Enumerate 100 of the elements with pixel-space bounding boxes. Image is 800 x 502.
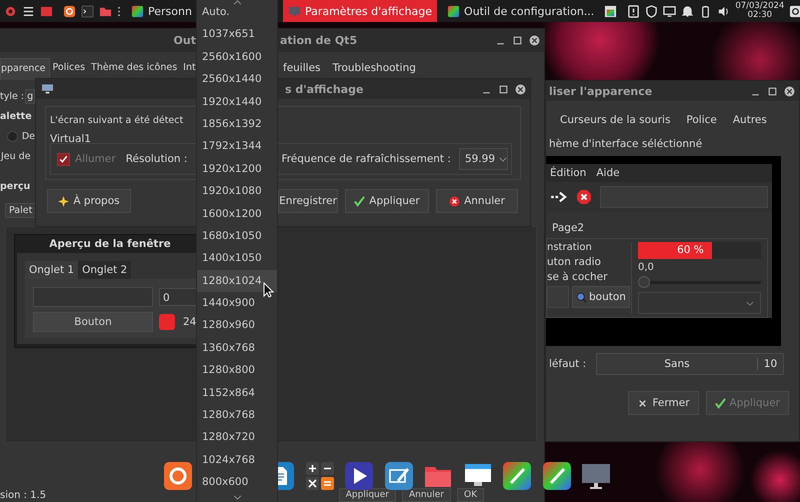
dropdown-item[interactable]: 1400x1050 <box>197 247 277 270</box>
palette-heading: alette <box>0 110 33 124</box>
arrow-icon[interactable] <box>550 190 568 204</box>
radio-button[interactable]: De <box>0 126 35 146</box>
dropdown-item[interactable]: Auto. <box>197 1 277 24</box>
star-icon <box>58 196 70 206</box>
dropdown-item[interactable]: 1920x1080 <box>197 180 277 203</box>
group-title: Virtual1 <box>50 133 91 145</box>
shield-icon[interactable] <box>645 4 658 18</box>
tab[interactable]: Autres <box>726 110 773 130</box>
preview-window-title: Aperçu de la fenêtre <box>48 237 172 252</box>
dropdown-item[interactable]: 1600x1200 <box>197 202 277 225</box>
dropdown-item[interactable]: 1280x800 <box>197 359 277 382</box>
volume-icon[interactable] <box>717 4 730 18</box>
clock[interactable]: 07/03/2024 02:30 <box>735 2 784 20</box>
bell-icon[interactable] <box>681 4 694 18</box>
dropdown-item[interactable]: 1280x768 <box>197 404 277 426</box>
tab[interactable]: Curseurs de la souris <box>554 110 676 130</box>
tab[interactable]: pparence <box>0 58 50 80</box>
terminal-icon[interactable] <box>81 4 94 18</box>
close-icon[interactable] <box>784 86 795 96</box>
play-icon[interactable] <box>345 462 373 490</box>
dropdown-item[interactable]: 2560x1440 <box>197 68 277 91</box>
dots-icon[interactable] <box>117 4 121 18</box>
tab[interactable]: Police <box>680 110 723 130</box>
taskbar-button[interactable]: Outil de configuration... <box>442 0 600 22</box>
dropdown-item[interactable]: 1792x1344 <box>197 135 277 158</box>
dropdown-item[interactable]: 1280x960 <box>197 314 277 337</box>
close-icon[interactable] <box>515 84 526 94</box>
detected-text: L'écran suivant a été détect <box>50 115 184 126</box>
scroll-down-icon[interactable] <box>233 495 242 500</box>
dropdown-item[interactable]: 1360x768 <box>197 336 277 360</box>
checkmark-icon <box>714 398 726 408</box>
dialog-button[interactable]: Fermer <box>628 391 699 415</box>
dropdown-item[interactable]: 1920x1440 <box>197 90 277 113</box>
menu-item[interactable]: Édition <box>550 167 586 179</box>
brush-icon[interactable] <box>542 462 570 490</box>
dialog-button[interactable]: Annuler <box>402 488 451 502</box>
taskbar-button[interactable]: Personn <box>126 0 197 22</box>
dropdown-item[interactable]: 800x600 <box>197 471 277 494</box>
taskbar-button[interactable]: Paramètres d'affichage <box>282 0 438 22</box>
preview-button[interactable]: Bouton <box>33 312 153 332</box>
dropdown-item[interactable]: 1152x864 <box>197 382 277 404</box>
browser-icon[interactable] <box>164 462 192 490</box>
window-title: liser l'apparence <box>549 84 652 98</box>
chevron-icon <box>746 300 754 306</box>
dropdown-item[interactable]: 1440x900 <box>197 292 277 314</box>
close-icon[interactable] <box>529 35 540 46</box>
search-icon <box>576 292 587 302</box>
style-combo[interactable]: g <box>25 88 36 104</box>
dropdown-item[interactable]: 1280x1024 <box>197 270 277 292</box>
tab[interactable]: Int <box>180 58 199 80</box>
menu-icon[interactable] <box>22 4 35 18</box>
tab[interactable]: Troubleshooting <box>326 58 422 80</box>
dialog-button[interactable]: À propos <box>47 189 131 213</box>
tab[interactable]: Thème des icônes <box>88 58 180 80</box>
dropdown-item[interactable]: 1856x1392 <box>197 112 277 136</box>
spin-box[interactable]: 0 <box>159 288 199 306</box>
maximize-icon[interactable] <box>767 86 778 96</box>
color-swatch[interactable] <box>159 314 175 330</box>
calculator-icon[interactable] <box>306 462 334 490</box>
refresh-rate-combo[interactable]: 59.99 <box>458 148 508 170</box>
preview-button[interactable]: bouton <box>572 286 630 308</box>
dropdown-item[interactable]: 1037x651 <box>197 23 277 46</box>
mouse-pointer-icon <box>263 282 275 298</box>
display-icon[interactable] <box>663 4 676 18</box>
browser-icon[interactable] <box>63 4 76 18</box>
brush-icon[interactable] <box>503 462 531 490</box>
monitor-icon <box>288 4 301 18</box>
palette-combo[interactable]: Palet <box>5 202 36 218</box>
dropdown-item[interactable]: 2560x1600 <box>197 46 277 68</box>
maximize-icon[interactable] <box>512 35 523 46</box>
stop-icon[interactable] <box>576 189 592 205</box>
tab[interactable]: Polices <box>50 58 88 80</box>
maximize-icon[interactable] <box>498 84 509 94</box>
dropdown-item[interactable]: 1024x768 <box>197 448 277 472</box>
dropdown-item[interactable]: 1280x720 <box>197 426 277 449</box>
radio-label[interactable]: uton radio <box>547 256 631 268</box>
slider-handle[interactable] <box>638 276 650 288</box>
slider-reading: 0,0 <box>638 262 655 273</box>
dropdown-item[interactable]: 1920x1200 <box>197 158 277 180</box>
dialog-button[interactable]: Annuler <box>436 189 518 213</box>
drawing-tablet-icon[interactable] <box>384 462 412 490</box>
menu-item[interactable]: Aide <box>596 167 620 179</box>
tab[interactable]: Onglet 1 <box>25 261 78 279</box>
tab[interactable]: feuilles <box>277 58 326 80</box>
dropdown-item[interactable]: 1680x1050 <box>197 224 277 248</box>
dialog-button[interactable]: Appliquer <box>338 488 396 502</box>
clipboard-icon[interactable] <box>627 4 640 18</box>
dialog-button[interactable]: Appliquer <box>345 189 429 213</box>
tab[interactable]: Page2 <box>546 212 772 238</box>
palette-icon <box>447 4 460 18</box>
font-button[interactable]: Sans 10 <box>596 353 784 375</box>
dialog-button[interactable]: Enregistrer <box>278 189 338 213</box>
scroll-up-icon[interactable] <box>233 0 242 5</box>
checkbox-label[interactable]: se à cocher <box>547 271 631 283</box>
monitor-icon[interactable] <box>582 462 610 490</box>
dialog-button[interactable]: OK <box>457 488 484 502</box>
tab[interactable]: Onglet 2 <box>78 261 132 279</box>
window-switch-icon[interactable] <box>604 4 618 18</box>
